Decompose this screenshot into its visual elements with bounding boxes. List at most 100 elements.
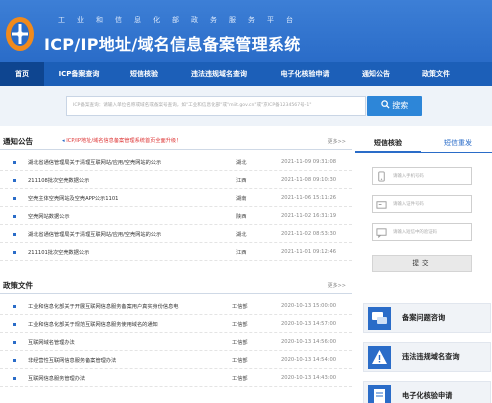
policy-text[interactable]: 工业和信息化部关于开展互联网信息服务备案用户真实身份信息电 xyxy=(28,303,178,310)
search-icon xyxy=(380,100,390,109)
policy-text[interactable]: 互联网域名管理办法 xyxy=(28,339,75,346)
notices-title: 通知公告 xyxy=(3,137,33,146)
notice-region: 江西 xyxy=(236,178,247,184)
submit-button[interactable]: 提交 xyxy=(372,255,472,272)
illegal-domain-service-label: 违法违规域名查询 xyxy=(402,352,460,361)
notice-row[interactable]: 211108批次空壳数据公示 江西 2021-11-08 09:10:30 xyxy=(0,172,352,189)
bullet-icon xyxy=(13,251,16,254)
sms-tabs: 短信核验 短信重发 xyxy=(355,133,492,153)
policy-row[interactable]: 互联网信息服务管理办法 工信部 2020-10-13 14:43:00 xyxy=(0,370,352,387)
speaker-icon: ◂ xyxy=(62,138,65,144)
bullet-icon xyxy=(13,197,16,200)
tab-sms-resend[interactable]: 短信重发 xyxy=(425,133,491,153)
id-field-placeholder: 请输入证件号码 xyxy=(393,202,424,207)
policy-row[interactable]: 工业和信息化部关于开展互联网信息服务备案用户真实身份信息电 工信部 2020-1… xyxy=(0,298,352,315)
e-verify-service-label: 电子化核验申请 xyxy=(402,391,453,400)
bullet-icon xyxy=(13,161,16,164)
side-panel: 短信核验 短信重发 请输入手机号码 请输入证件号码 请输入短信中的验证码 提交 xyxy=(355,126,492,403)
notice-date: 2021-11-09 09:31:08 xyxy=(281,159,337,165)
policy-date: 2020-10-13 15:00:00 xyxy=(281,303,337,309)
notice-row[interactable]: 湖北省通信管理局关于清理互联网站/应用/空壳网站的公示 湖北 2021-11-0… xyxy=(0,226,352,243)
main-nav: 首页 ICP备案查询 短信核验 违法违规域名查询 电子化核验申请 通知公告 政策… xyxy=(0,62,492,86)
sms-code-field[interactable]: 请输入短信中的验证码 xyxy=(372,223,472,241)
policies-header: 政策文件 更多>> xyxy=(0,276,352,294)
notice-region: 湖南 xyxy=(236,196,247,202)
notice-text[interactable]: 211101批次空壳数据公示 xyxy=(28,249,89,256)
chat-icon xyxy=(368,307,391,330)
search-button-label: 搜索 xyxy=(392,101,409,110)
scrolling-announcement-text: ICP/IP地址/域名信息备案管理系统首页全面升级！ xyxy=(66,138,182,144)
policy-row[interactable]: 非经营性互联网信息服务备案管理办法 工信部 2020-10-13 14:54:0… xyxy=(0,352,352,369)
policy-dept: 工信部 xyxy=(232,304,248,310)
nav-item-home[interactable]: 首页 xyxy=(0,62,44,86)
search-input[interactable]: ICP备案查询：请输入单位名称或域名或备案号查询，如"工业和信息化部"或"mii… xyxy=(66,96,366,116)
bullet-icon xyxy=(13,341,16,344)
policy-dept: 工信部 xyxy=(232,340,248,346)
policy-text[interactable]: 互联网信息服务管理办法 xyxy=(28,375,85,382)
policy-dept: 工信部 xyxy=(232,376,248,382)
policy-text[interactable]: 非经营性互联网信息服务备案管理办法 xyxy=(28,357,116,364)
policy-date: 2020-10-13 14:57:00 xyxy=(281,321,337,327)
e-verify-service-card[interactable]: 电子化核验申请 xyxy=(363,381,491,403)
bullet-icon xyxy=(13,215,16,218)
notice-row[interactable]: 湖北省通信管理局关于清理互联网站/应用/空壳网站的公示 湖北 2021-11-0… xyxy=(0,154,352,171)
page-title: ICP/IP地址/域名信息备案管理系统 xyxy=(44,35,301,54)
main-content: 通知公告 ◂ ICP/IP地址/域名信息备案管理系统首页全面升级！ 更多>> 湖… xyxy=(0,126,352,403)
notices-more-link[interactable]: 更多>> xyxy=(328,138,346,145)
nav-item-notices[interactable]: 通知公告 xyxy=(346,62,406,86)
site-header: 工业和信息化部政务服务平台 ICP/IP地址/域名信息备案管理系统 xyxy=(0,0,492,62)
policy-row[interactable]: 工业和信息化部关于规范互联网信息服务使用域名的通知 工信部 2020-10-13… xyxy=(0,316,352,333)
notice-region: 江西 xyxy=(236,250,247,256)
nav-item-e-verify[interactable]: 电子化核验申请 xyxy=(264,62,346,86)
policies-more-link[interactable]: 更多>> xyxy=(328,282,346,289)
notice-date: 2021-11-02 08:53:30 xyxy=(281,231,337,237)
ministry-subtitle: 工业和信息化部政务服务平台 xyxy=(58,16,305,24)
phone-field[interactable]: 请输入手机号码 xyxy=(372,167,472,185)
policy-row[interactable]: 互联网域名管理办法 工信部 2020-10-13 14:56:00 xyxy=(0,334,352,351)
notice-row[interactable]: 空壳主体空壳网站及空壳APP公示1101 湖南 2021-11-06 15:11… xyxy=(0,190,352,207)
policies-title: 政策文件 xyxy=(3,281,33,290)
code-field-placeholder: 请输入短信中的验证码 xyxy=(393,230,437,235)
notice-date: 2021-11-08 09:10:30 xyxy=(281,177,337,183)
miit-logo-icon xyxy=(6,17,34,51)
search-bar: ICP备案查询：请输入单位名称或域名或备案号查询，如"工业和信息化部"或"mii… xyxy=(0,86,492,126)
id-card-icon xyxy=(376,201,387,209)
notice-text[interactable]: 空壳网站数据公示 xyxy=(28,213,70,220)
notice-region: 陕西 xyxy=(236,214,247,220)
message-icon xyxy=(376,228,387,238)
policy-dept: 工信部 xyxy=(232,358,248,364)
nav-item-policies[interactable]: 政策文件 xyxy=(406,62,466,86)
notice-row[interactable]: 空壳网站数据公示 陕西 2021-11-02 16:31:19 xyxy=(0,208,352,225)
bullet-icon xyxy=(13,305,16,308)
policy-date: 2020-10-13 14:56:00 xyxy=(281,339,337,345)
tab-sms-verify[interactable]: 短信核验 xyxy=(355,133,421,153)
notice-date: 2021-11-06 15:11:26 xyxy=(281,195,337,201)
bullet-icon xyxy=(13,377,16,380)
policy-date: 2020-10-13 14:54:00 xyxy=(281,357,337,363)
nav-item-illegal-domain[interactable]: 违法违规域名查询 xyxy=(174,62,264,86)
bullet-icon xyxy=(13,179,16,182)
consult-service-card[interactable]: 备案问题咨询 xyxy=(363,303,491,333)
notice-date: 2021-11-02 16:31:19 xyxy=(281,213,337,219)
id-number-field[interactable]: 请输入证件号码 xyxy=(372,195,472,213)
bullet-icon xyxy=(13,359,16,362)
phone-field-placeholder: 请输入手机号码 xyxy=(393,174,424,179)
notice-text[interactable]: 空壳主体空壳网站及空壳APP公示1101 xyxy=(28,195,118,202)
notice-text[interactable]: 湖北省通信管理局关于清理互联网站/应用/空壳网站的公示 xyxy=(28,231,161,238)
notice-date: 2021-11-01 09:12:46 xyxy=(281,249,337,255)
consult-service-label: 备案问题咨询 xyxy=(402,313,446,322)
bullet-icon xyxy=(13,323,16,326)
phone-icon xyxy=(378,171,385,182)
illegal-domain-service-card[interactable]: 违法违规域名查询 xyxy=(363,342,491,372)
notice-region: 湖北 xyxy=(236,232,247,238)
policy-text[interactable]: 工业和信息化部关于规范互联网信息服务使用域名的通知 xyxy=(28,321,158,328)
search-button[interactable]: 搜索 xyxy=(367,96,422,116)
notice-text[interactable]: 211108批次空壳数据公示 xyxy=(28,177,89,184)
scrolling-announcement[interactable]: ◂ ICP/IP地址/域名信息备案管理系统首页全面升级！ xyxy=(62,137,181,144)
document-icon xyxy=(368,385,391,403)
notice-text[interactable]: 湖北省通信管理局关于清理互联网站/应用/空壳网站的公示 xyxy=(28,159,161,166)
nav-item-icp-query[interactable]: ICP备案查询 xyxy=(44,62,114,86)
warning-icon xyxy=(368,346,391,369)
notice-row[interactable]: 211101批次空壳数据公示 江西 2021-11-01 09:12:46 xyxy=(0,244,352,261)
nav-item-sms-verify[interactable]: 短信核验 xyxy=(114,62,174,86)
